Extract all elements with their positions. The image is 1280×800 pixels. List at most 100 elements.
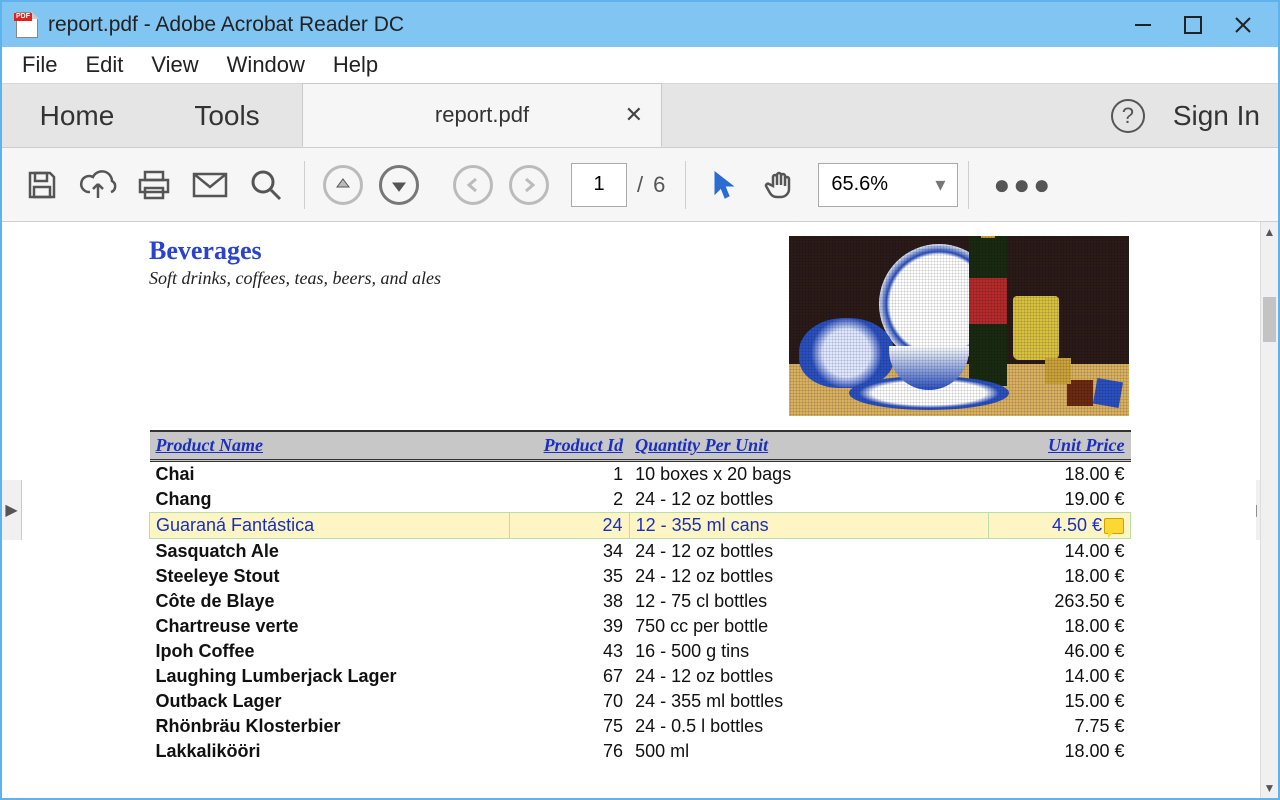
menu-file[interactable]: File xyxy=(8,48,71,82)
cell-price: 18.00 € xyxy=(989,461,1131,488)
col-qty-per-unit: Quantity Per Unit xyxy=(629,431,989,461)
close-button[interactable] xyxy=(1218,2,1268,47)
col-product-id: Product Id xyxy=(509,431,629,461)
table-row: Chartreuse verte39750 cc per bottle18.00… xyxy=(150,614,1131,639)
page-view[interactable]: Beverages Soft drinks, coffees, teas, be… xyxy=(24,222,1256,798)
maximize-button[interactable] xyxy=(1168,2,1218,47)
email-icon[interactable] xyxy=(182,157,238,213)
print-icon[interactable] xyxy=(126,157,182,213)
tab-home[interactable]: Home xyxy=(2,84,152,147)
content-area: ▶ ◀ ▲ ▼ Beverages Soft drinks, coffees, … xyxy=(2,222,1278,798)
pdf-file-icon: PDF xyxy=(16,12,38,38)
scroll-down-icon[interactable]: ▼ xyxy=(1261,778,1278,798)
page-total: 6 xyxy=(653,172,675,198)
menu-view[interactable]: View xyxy=(137,48,212,82)
select-tool-icon[interactable] xyxy=(696,157,752,213)
cell-id: 67 xyxy=(509,664,629,689)
cell-name: Côte de Blaye xyxy=(150,589,510,614)
cell-id: 35 xyxy=(509,564,629,589)
category-image xyxy=(789,236,1129,416)
tab-document[interactable]: report.pdf ✕ xyxy=(302,83,662,147)
minimize-button[interactable] xyxy=(1118,2,1168,47)
cell-price: 18.00 € xyxy=(989,614,1131,639)
left-panel-toggle[interactable]: ▶ xyxy=(2,480,22,540)
nav-forward-icon[interactable] xyxy=(501,157,557,213)
table-row: Rhönbräu Klosterbier7524 - 0.5 l bottles… xyxy=(150,714,1131,739)
menubar: File Edit View Window Help xyxy=(2,47,1278,83)
cell-price: 15.00 € xyxy=(989,689,1131,714)
chevron-down-icon: ▾ xyxy=(935,172,945,197)
toolbar: / 6 65.6% ▾ ●●● xyxy=(2,148,1278,222)
cell-qty: 24 - 0.5 l bottles xyxy=(629,714,989,739)
cell-qty: 24 - 12 oz bottles xyxy=(629,539,989,565)
cell-id: 39 xyxy=(509,614,629,639)
tab-tools[interactable]: Tools xyxy=(152,84,302,147)
help-icon[interactable]: ? xyxy=(1111,99,1145,133)
cell-qty: 24 - 12 oz bottles xyxy=(629,664,989,689)
sign-in-button[interactable]: Sign In xyxy=(1173,100,1260,132)
cell-qty: 24 - 355 ml bottles xyxy=(629,689,989,714)
page-up-icon[interactable] xyxy=(315,157,371,213)
page-number-input[interactable] xyxy=(571,163,627,207)
cell-name: Lakkalikööri xyxy=(150,739,510,764)
cell-qty: 10 boxes x 20 bags xyxy=(629,461,989,488)
cell-id: 76 xyxy=(509,739,629,764)
col-product-name: Product Name xyxy=(150,431,510,461)
cloud-upload-icon[interactable] xyxy=(70,157,126,213)
comment-icon[interactable] xyxy=(1104,518,1124,534)
cell-id: 1 xyxy=(509,461,629,488)
cell-name: Chang xyxy=(150,487,510,513)
nav-back-icon[interactable] xyxy=(445,157,501,213)
scroll-thumb[interactable] xyxy=(1263,297,1276,342)
search-icon[interactable] xyxy=(238,157,294,213)
col-unit-price: Unit Price xyxy=(989,431,1131,461)
cell-price: 19.00 € xyxy=(989,487,1131,513)
cell-price: 263.50 € xyxy=(989,589,1131,614)
cell-name: Chai xyxy=(150,461,510,488)
scroll-up-icon[interactable]: ▲ xyxy=(1261,222,1278,242)
table-row: Ipoh Coffee4316 - 500 g tins46.00 € xyxy=(150,639,1131,664)
cell-price: 46.00 € xyxy=(989,639,1131,664)
zoom-select[interactable]: 65.6% ▾ xyxy=(818,163,958,207)
menu-help[interactable]: Help xyxy=(319,48,392,82)
cell-name: Sasquatch Ale xyxy=(150,539,510,565)
cell-qty: 12 - 355 ml cans xyxy=(629,513,989,539)
cell-id: 38 xyxy=(509,589,629,614)
cell-name: Ipoh Coffee xyxy=(150,639,510,664)
cell-name: Guaraná Fantástica xyxy=(150,513,510,539)
more-tools-icon[interactable]: ●●● xyxy=(979,169,1067,201)
cell-price: 18.00 € xyxy=(989,564,1131,589)
page-down-icon[interactable] xyxy=(371,157,427,213)
cell-name: Laughing Lumberjack Lager xyxy=(150,664,510,689)
cell-id: 43 xyxy=(509,639,629,664)
cell-id: 2 xyxy=(509,487,629,513)
cell-id: 24 xyxy=(509,513,629,539)
save-icon[interactable] xyxy=(14,157,70,213)
menu-window[interactable]: Window xyxy=(213,48,319,82)
cell-id: 75 xyxy=(509,714,629,739)
hand-tool-icon[interactable] xyxy=(752,157,808,213)
table-row: Steeleye Stout3524 - 12 oz bottles18.00 … xyxy=(150,564,1131,589)
toolbar-separator xyxy=(968,161,969,209)
cell-price: 4.50 € xyxy=(989,513,1131,539)
cell-price: 14.00 € xyxy=(989,539,1131,565)
cell-price: 14.00 € xyxy=(989,664,1131,689)
cell-qty: 12 - 75 cl bottles xyxy=(629,589,989,614)
category-subtitle: Soft drinks, coffees, teas, beers, and a… xyxy=(149,268,441,289)
table-row: Chai110 boxes x 20 bags18.00 € xyxy=(150,461,1131,488)
category-title: Beverages xyxy=(149,236,441,266)
cell-qty: 500 ml xyxy=(629,739,989,764)
table-row: Chang224 - 12 oz bottles19.00 € xyxy=(150,487,1131,513)
cell-name: Outback Lager xyxy=(150,689,510,714)
table-row: Sasquatch Ale3424 - 12 oz bottles14.00 € xyxy=(150,539,1131,565)
menu-edit[interactable]: Edit xyxy=(71,48,137,82)
toolbar-separator xyxy=(685,161,686,209)
table-row: Guaraná Fantástica2412 - 355 ml cans4.50… xyxy=(150,513,1131,539)
cell-name: Steeleye Stout xyxy=(150,564,510,589)
table-row: Côte de Blaye3812 - 75 cl bottles263.50 … xyxy=(150,589,1131,614)
cell-qty: 750 cc per bottle xyxy=(629,614,989,639)
cell-qty: 16 - 500 g tins xyxy=(629,639,989,664)
close-tab-icon[interactable]: ✕ xyxy=(625,102,643,128)
cell-name: Chartreuse verte xyxy=(150,614,510,639)
vertical-scrollbar[interactable]: ▲ ▼ xyxy=(1260,222,1278,798)
